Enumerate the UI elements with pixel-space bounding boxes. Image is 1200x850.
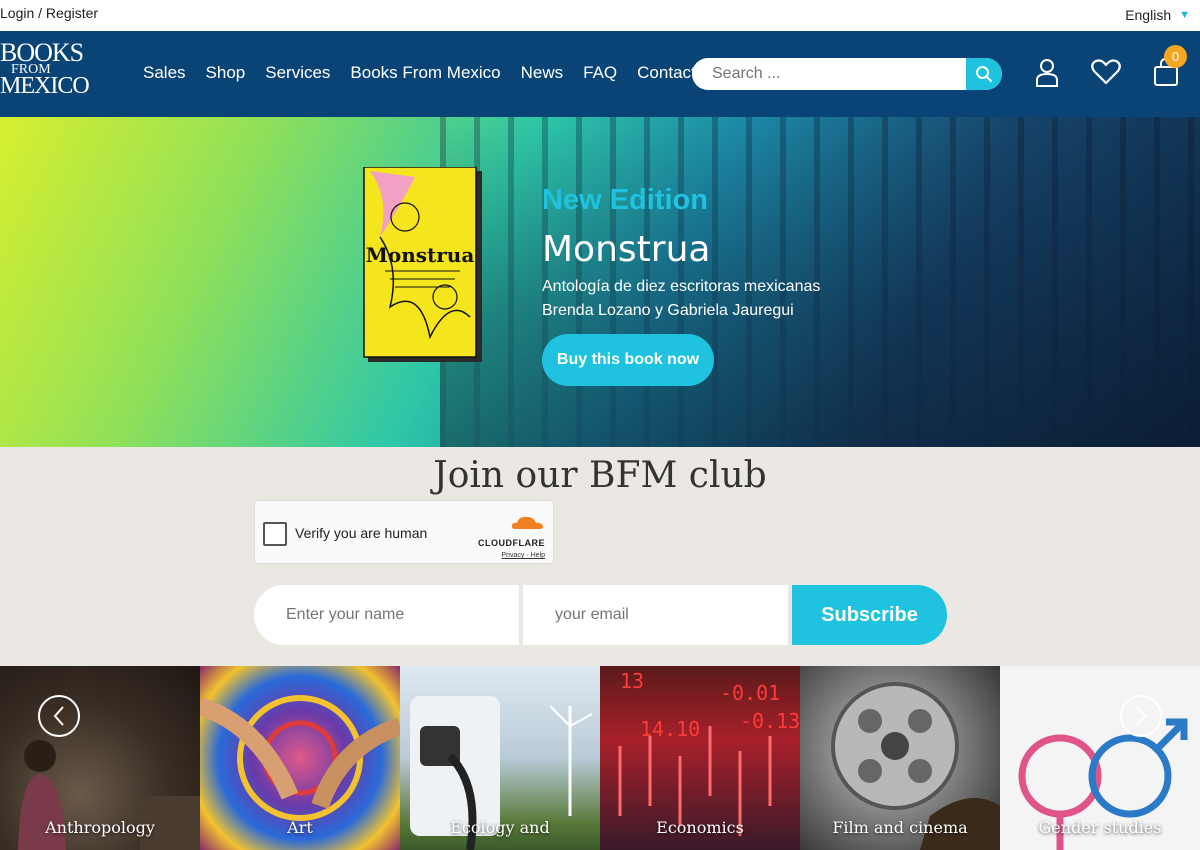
cart-count-badge: 0 xyxy=(1164,45,1187,68)
hero-edition-label: New Edition xyxy=(542,184,708,216)
nav-sales[interactable]: Sales xyxy=(143,63,186,83)
language-label: English xyxy=(1125,7,1172,23)
category-label: Gender studies xyxy=(1038,818,1162,837)
buy-book-button[interactable]: Buy this book now xyxy=(542,334,714,386)
email-field[interactable] xyxy=(523,585,788,645)
category-label: Art xyxy=(287,818,313,837)
nav-faq[interactable]: FAQ xyxy=(583,63,617,83)
svg-text:14.10: 14.10 xyxy=(640,717,700,741)
hero-book-title: Monstrua xyxy=(542,229,711,270)
search-bar xyxy=(692,58,1002,90)
cloud-icon xyxy=(511,516,543,529)
captcha-checkbox[interactable] xyxy=(263,522,287,546)
book-cover-image[interactable]: Monstrua xyxy=(360,167,482,362)
newsletter-title: Join our BFM club xyxy=(433,455,767,496)
category-label: Film and cinema xyxy=(832,818,968,837)
svg-text:-0.01: -0.01 xyxy=(720,681,780,705)
svg-text:-0.13: -0.13 xyxy=(740,709,800,733)
hero-banner: Monstrua New Edition Monstrua Antología … xyxy=(0,117,1200,447)
search-input[interactable] xyxy=(692,58,966,90)
captcha-label: Verify you are human xyxy=(295,525,428,541)
category-film[interactable]: Film and cinema xyxy=(800,666,1000,850)
svg-text:13: 13 xyxy=(620,669,644,693)
main-navbar: BOOKS FROM MEXICO Sales Shop Services Bo… xyxy=(0,31,1200,117)
captcha-links[interactable]: Privacy · Help xyxy=(469,552,545,559)
nav-shop[interactable]: Shop xyxy=(206,63,246,83)
top-bar: Login / Register English ▼ xyxy=(0,0,1200,31)
nav-news[interactable]: News xyxy=(521,63,564,83)
nav-contact[interactable]: Contact xyxy=(637,63,696,83)
category-ecology[interactable]: Ecology and xyxy=(400,666,600,850)
account-button[interactable] xyxy=(1031,55,1063,89)
carousel-prev-button[interactable] xyxy=(38,695,80,737)
category-gender-studies[interactable]: Gender studies xyxy=(1000,666,1200,850)
category-label: Ecology and xyxy=(450,818,550,837)
category-carousel: Anthropology Art Ecology and 13 -0.01 -0.1… xyxy=(0,666,1200,850)
login-register-link[interactable]: Login / Register xyxy=(0,5,98,21)
name-field[interactable] xyxy=(254,585,519,645)
user-icon xyxy=(1036,59,1058,87)
heart-icon xyxy=(1091,59,1121,85)
category-anthropology[interactable]: Anthropology xyxy=(0,666,200,850)
carousel-next-button[interactable] xyxy=(1120,695,1162,737)
language-selector[interactable]: English ▼ xyxy=(1125,7,1190,23)
cloudflare-branding: CLOUDFLARE Privacy · Help xyxy=(469,513,545,559)
chevron-right-icon xyxy=(1136,706,1147,726)
category-label: Economics xyxy=(656,818,744,837)
chevron-down-icon: ▼ xyxy=(1179,9,1190,21)
wishlist-button[interactable] xyxy=(1090,55,1122,89)
book-cover-title: Monstrua xyxy=(366,243,475,267)
nav-services[interactable]: Services xyxy=(265,63,330,83)
captcha-widget: Verify you are human CLOUDFLARE Privacy … xyxy=(254,500,554,564)
category-art[interactable]: Art xyxy=(200,666,400,850)
nav-books-from-mexico[interactable]: Books From Mexico xyxy=(350,63,500,83)
main-nav: Sales Shop Services Books From Mexico Ne… xyxy=(143,63,696,83)
subscribe-button[interactable]: Subscribe xyxy=(792,585,947,645)
newsletter-section: Join our BFM club Verify you are human C… xyxy=(0,447,1200,666)
search-icon xyxy=(976,66,992,82)
site-logo[interactable]: BOOKS FROM MEXICO xyxy=(0,39,90,104)
search-button[interactable] xyxy=(966,58,1002,90)
category-label: Anthropology xyxy=(45,818,155,837)
hero-authors: Brenda Lozano y Gabriela Jauregui xyxy=(542,302,794,319)
chevron-left-icon xyxy=(53,706,64,726)
category-economics[interactable]: 13 -0.01 -0.13 14.10 Economics xyxy=(600,666,800,850)
hero-subtitle: Antología de diez escritoras mexicanas xyxy=(542,278,821,295)
